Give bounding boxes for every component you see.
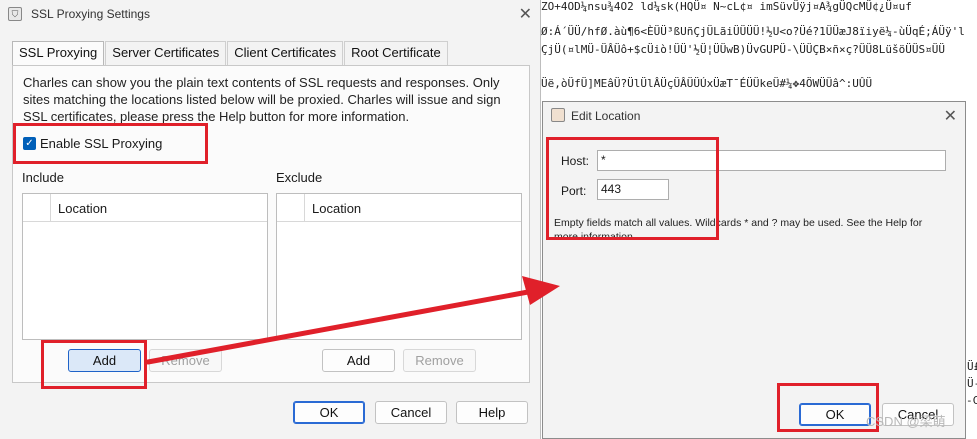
annotation-arrow (145, 276, 560, 365)
csdn-watermark: CSDN @梁萌 (866, 414, 946, 429)
